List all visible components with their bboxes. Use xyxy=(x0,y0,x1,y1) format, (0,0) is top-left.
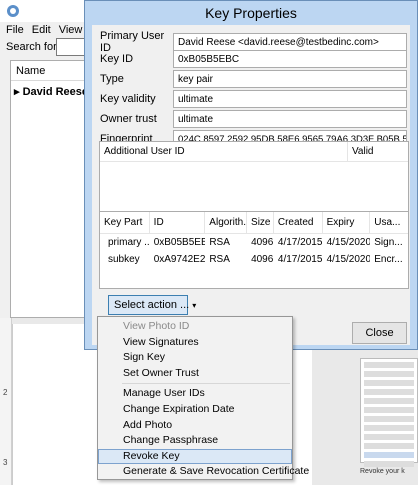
menu-item-revoke-key[interactable]: Revoke Key xyxy=(98,448,292,465)
menu-edit[interactable]: Edit xyxy=(32,24,51,36)
col-size[interactable]: Size xyxy=(247,212,274,233)
search-label: Search for: xyxy=(6,41,60,53)
type-field[interactable]: key pair xyxy=(173,70,407,88)
menu-item-generate-revocation-certificate[interactable]: Generate & Save Revocation Certificate xyxy=(98,464,309,480)
menu-view[interactable]: View xyxy=(59,24,83,36)
owner-trust-field[interactable]: ultimate xyxy=(173,110,407,128)
thumbnail-preview xyxy=(360,358,418,467)
menu-item-change-passphrase[interactable]: Change Passphrase xyxy=(98,433,292,449)
uid-col-header[interactable]: Additional User ID xyxy=(100,142,348,161)
cell-created: 4/17/2015 xyxy=(277,254,323,265)
cell-key-part: subkey xyxy=(108,254,140,265)
side-caption: Revoke your k xyxy=(360,468,405,475)
cell-size: 4096 xyxy=(251,254,274,265)
cell-created: 4/17/2015 xyxy=(277,237,323,248)
app-logo-icon xyxy=(7,5,19,17)
key-validity-field[interactable]: ultimate xyxy=(173,90,407,108)
valid-col-header[interactable]: Valid xyxy=(348,142,378,161)
select-action-menu: View Photo ID View Signatures Sign Key S… xyxy=(97,316,309,480)
owner-trust-label: Owner trust xyxy=(100,113,157,125)
select-action-label: Select action ... xyxy=(114,299,190,311)
cell-usage: Encr... xyxy=(374,254,403,265)
type-row: Type key pair xyxy=(100,70,407,88)
select-action-button[interactable]: Select action ... ▾ xyxy=(108,295,196,315)
menu-item-manage-user-ids[interactable]: Manage User IDs xyxy=(98,386,292,402)
cell-id: 0xA9742E27 xyxy=(153,254,206,265)
col-created[interactable]: Created xyxy=(274,212,323,233)
col-expiry[interactable]: Expiry xyxy=(323,212,371,233)
cell-size: 4096 xyxy=(251,237,274,248)
key-properties-dialog: Key Properties Primary User ID David Ree… xyxy=(84,0,418,350)
key-part-table-header: Key Part ID Algorith... Size Created Exp… xyxy=(100,212,408,234)
cell-algorithm: RSA xyxy=(209,237,230,248)
menu-item-view-signatures[interactable]: View Signatures xyxy=(98,335,292,351)
cell-expiry: 4/15/2020 xyxy=(326,237,371,248)
additional-user-id-table: Additional User ID Valid xyxy=(99,141,409,221)
ruler-mark: 2 xyxy=(3,388,8,397)
key-id-field[interactable]: 0xB05B5EBC xyxy=(173,50,407,68)
vertical-ruler: 2 3 xyxy=(0,318,12,485)
key-list: Name ▸ David Reese <d xyxy=(10,60,90,318)
col-key-part[interactable]: Key Part xyxy=(100,212,150,233)
key-validity-row: Key validity ultimate xyxy=(100,90,407,108)
cell-expiry: 4/15/2020 xyxy=(326,254,371,265)
col-usage[interactable]: Usa... xyxy=(370,212,408,233)
cell-id: 0xB05B5EBC xyxy=(153,237,206,248)
menu-file[interactable]: File xyxy=(6,24,24,36)
chevron-down-icon: ▾ xyxy=(192,301,197,310)
menu-item-change-expiration-date[interactable]: Change Expiration Date xyxy=(98,402,292,418)
expand-arrow-icon[interactable]: ▸ xyxy=(14,86,23,98)
cell-algorithm: RSA xyxy=(209,254,230,265)
table-row[interactable]: primary ... 0xB05B5EBC RSA 4096 4/17/201… xyxy=(100,234,408,251)
owner-trust-row: Owner trust ultimate xyxy=(100,110,407,128)
menu-item-sign-key[interactable]: Sign Key xyxy=(98,350,292,366)
key-id-row: Key ID 0xB05B5EBC xyxy=(100,50,407,68)
cell-usage: Sign... xyxy=(374,237,403,248)
table-row[interactable]: subkey 0xA9742E27 RSA 4096 4/17/2015 4/1… xyxy=(100,251,408,268)
dialog-body: Primary User ID David Reese <david.reese… xyxy=(92,25,410,345)
key-list-row[interactable]: ▸ David Reese <d xyxy=(11,81,89,98)
main-window-background: File Edit View K Search for: Name ▸ Davi… xyxy=(0,0,98,318)
key-list-name-header[interactable]: Name xyxy=(11,61,89,81)
uid-table-header: Additional User ID Valid xyxy=(100,142,408,162)
main-window-titlebar xyxy=(0,0,89,22)
type-label: Type xyxy=(100,73,124,85)
menu-item-set-owner-trust[interactable]: Set Owner Trust xyxy=(98,366,292,382)
primary-user-id-field[interactable]: David Reese <david.reese@testbedinc.com> xyxy=(173,33,407,51)
col-algorithm[interactable]: Algorith... xyxy=(205,212,248,233)
dialog-title: Key Properties xyxy=(205,5,297,21)
menu-item-view-photo-id: View Photo ID xyxy=(123,320,190,332)
key-id-label: Key ID xyxy=(100,53,134,65)
cell-key-part: primary ... xyxy=(108,237,150,248)
ruler-mark: 3 xyxy=(3,458,8,467)
key-part-table: Key Part ID Algorith... Size Created Exp… xyxy=(99,211,409,289)
close-button[interactable]: Close xyxy=(352,322,407,344)
menu-item-add-photo[interactable]: Add Photo xyxy=(98,418,292,434)
col-id[interactable]: ID xyxy=(150,212,206,233)
key-validity-label: Key validity xyxy=(100,93,156,105)
menu-separator xyxy=(122,383,290,385)
